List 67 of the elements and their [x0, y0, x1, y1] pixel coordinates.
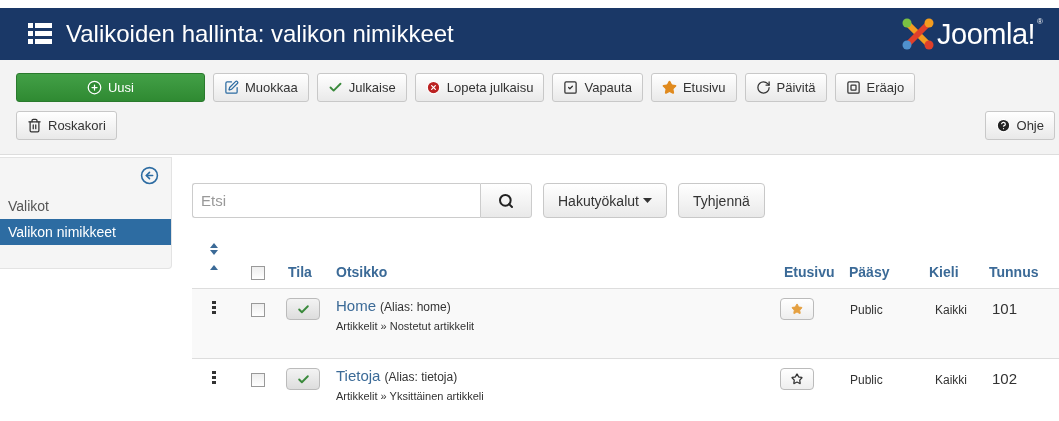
- collapse-icon[interactable]: [140, 166, 159, 185]
- select-all-checkbox[interactable]: [250, 266, 265, 280]
- item-path: Artikkelit » Yksittäinen artikkeli: [336, 390, 485, 402]
- row-checkbox[interactable]: [250, 303, 265, 317]
- check-icon: [296, 302, 310, 316]
- clear-button[interactable]: Tyhjennä: [677, 183, 765, 218]
- star-icon: [791, 303, 803, 315]
- drag-handle-icon[interactable]: [211, 371, 216, 384]
- item-title-link[interactable]: Tietoja: [336, 367, 381, 384]
- column-header[interactable]: Kieli: [929, 264, 959, 280]
- drag-handle-icon[interactable]: [211, 301, 216, 314]
- language: Kaikki: [935, 372, 967, 387]
- menu-list-icon: [28, 23, 52, 45]
- search-icon: [498, 192, 514, 209]
- registered-mark: ®: [1037, 17, 1043, 26]
- trash-icon: [27, 118, 42, 133]
- item-title-link[interactable]: Home: [336, 297, 376, 314]
- star-outline-icon: [791, 373, 803, 385]
- column-header[interactable]: Tila: [288, 264, 312, 280]
- featured-toggle[interactable]: [780, 368, 814, 390]
- toolbar-button[interactable]: Ohje: [984, 111, 1055, 140]
- toolbar-button[interactable]: Lopeta julkaisu: [414, 73, 545, 102]
- toolbar-button[interactable]: Julkaise: [316, 73, 407, 102]
- toolbar-button[interactable]: Muokkaa: [213, 73, 309, 102]
- language: Kaikki: [935, 302, 967, 317]
- page-title: Valikoiden hallinta: valikon nimikkeet: [66, 20, 455, 48]
- dropdown-button[interactable]: Hakutyökalut: [543, 183, 667, 218]
- search-button[interactable]: [480, 183, 532, 218]
- check-icon: [296, 372, 310, 386]
- logo-text: Joomla!: [937, 17, 1036, 51]
- column-header[interactable]: Etusivu: [784, 264, 835, 280]
- column-header[interactable]: Pääsy: [849, 264, 890, 280]
- help-icon: [995, 118, 1011, 133]
- toolbar-button[interactable]: Päivitä: [744, 73, 827, 102]
- refresh-icon: [755, 80, 771, 95]
- item-path: Artikkelit » Nostetut artikkelit: [336, 320, 476, 332]
- featured-toggle[interactable]: [780, 298, 814, 320]
- toolbar-button[interactable]: Roskakori: [16, 111, 117, 140]
- close-icon: [425, 80, 441, 95]
- toolbar-button[interactable]: Uusi: [16, 73, 205, 102]
- item-id: 101: [992, 300, 1018, 317]
- sort-icon[interactable]: [209, 243, 218, 255]
- publish-toggle[interactable]: [286, 368, 320, 390]
- search-field[interactable]: Etsi: [192, 183, 480, 218]
- sidebar-item[interactable]: Valikon nimikkeet: [0, 219, 171, 245]
- logo-icon: [901, 17, 936, 51]
- toolbar-button[interactable]: Vapauta: [552, 73, 643, 102]
- check-icon: [327, 80, 343, 95]
- access-level: Public: [850, 372, 883, 387]
- toolbar-button[interactable]: Eräajo: [834, 73, 916, 102]
- access-level: Public: [850, 302, 883, 317]
- toolbar-button[interactable]: Etusivu: [650, 73, 737, 102]
- row-checkbox[interactable]: [250, 373, 265, 387]
- sidebar-item[interactable]: Valikot: [0, 193, 171, 219]
- checkbox-icon: [563, 80, 579, 95]
- item-alias: (Alias: home): [380, 300, 451, 314]
- publish-toggle[interactable]: [286, 298, 320, 320]
- square-icon: [845, 80, 861, 95]
- edit-icon: [224, 80, 239, 95]
- sort-up-icon[interactable]: [209, 265, 218, 270]
- item-alias: (Alias: tietoja): [384, 370, 458, 384]
- column-header[interactable]: Tunnus: [989, 264, 1039, 280]
- caret-icon: [642, 198, 652, 203]
- column-header[interactable]: Otsikko: [336, 264, 388, 280]
- star-icon: [661, 80, 677, 95]
- item-id: 102: [992, 370, 1018, 387]
- plus-icon: [87, 80, 102, 95]
